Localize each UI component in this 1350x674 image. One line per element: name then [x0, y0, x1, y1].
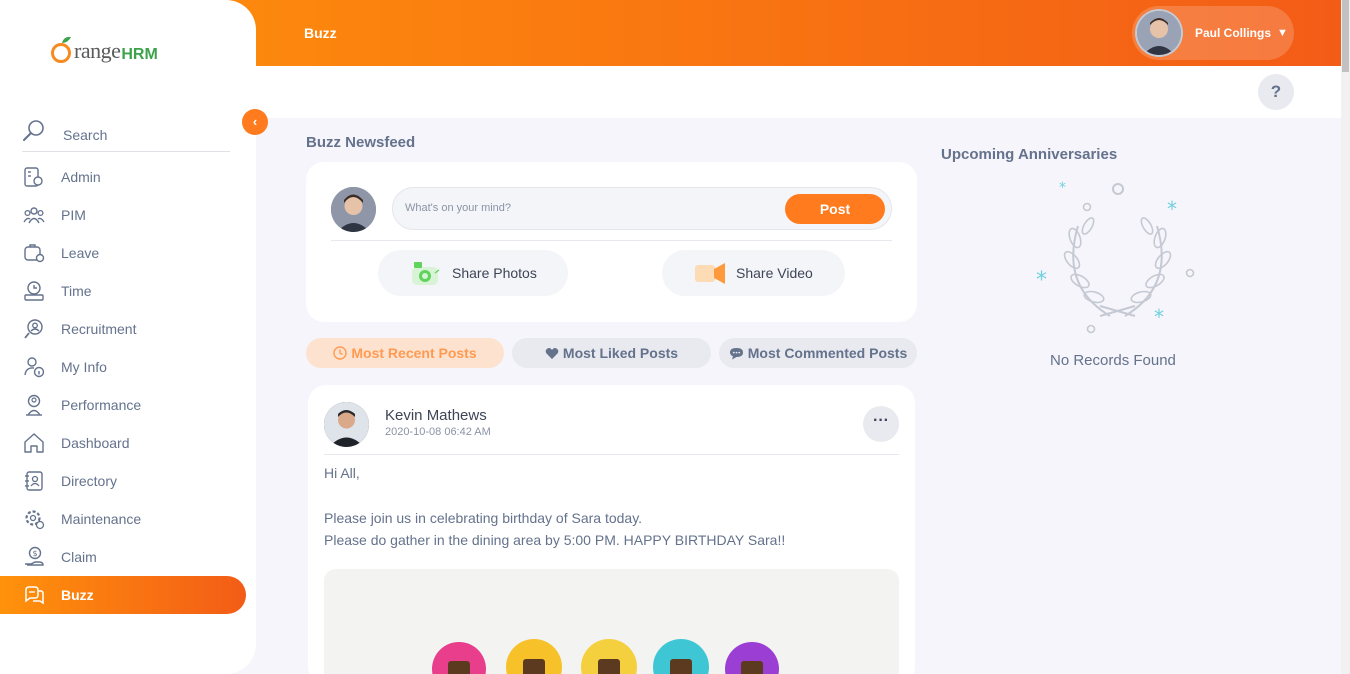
leave-icon — [22, 241, 46, 265]
svg-text:*: * — [1059, 180, 1066, 196]
post-input-placeholder: What's on your mind? — [405, 202, 512, 214]
sidebar-item-time[interactable]: Time — [0, 272, 256, 310]
user-menu[interactable]: Paul Collings ▼ — [1132, 6, 1294, 60]
share-video-label: Share Video — [736, 265, 813, 281]
tab-most-liked-posts[interactable]: Most Liked Posts — [512, 338, 711, 368]
post-options-button[interactable]: ··· — [863, 406, 899, 442]
post-timestamp: 2020-10-08 06:42 AM — [385, 426, 491, 438]
recruitment-icon — [22, 317, 46, 341]
directory-icon — [22, 469, 46, 493]
sidebar-search[interactable]: Search — [22, 110, 230, 152]
help-button[interactable]: ? — [1258, 74, 1294, 110]
pim-icon — [22, 203, 46, 227]
sidebar-item-label: Leave — [61, 245, 100, 261]
sidebar-item-label: Admin — [61, 169, 101, 185]
share-video-button[interactable]: Share Video — [662, 250, 845, 296]
sidebar-item-label: Performance — [61, 397, 142, 413]
search-label: Search — [63, 126, 108, 143]
anniversaries-title: Upcoming Anniversaries — [941, 146, 1118, 163]
svg-text:*: * — [1167, 197, 1177, 221]
sidebar-item-label: My Info — [61, 359, 107, 375]
tab-label: Most Commented Posts — [747, 345, 908, 361]
divider — [331, 240, 892, 241]
heart-icon — [545, 347, 559, 359]
sub-header: ? — [256, 66, 1341, 118]
sidebar-item-my-info[interactable]: My Info — [0, 348, 256, 386]
user-name: Paul Collings — [1195, 26, 1272, 40]
post-composer: What's on your mind? Post Share Photos S… — [306, 162, 917, 322]
claim-icon: $ — [22, 545, 46, 569]
post-card: Kevin Mathews 2020-10-08 06:42 AM ··· Hi… — [308, 385, 915, 674]
logo-hrm-text: HRM — [121, 46, 158, 63]
sidebar-item-maintenance[interactable]: Maintenance — [0, 500, 256, 538]
orange-logo-icon — [51, 36, 71, 63]
post-body-line: Hi All, — [324, 465, 360, 481]
sidebar-item-label: Recruitment — [61, 321, 137, 337]
sidebar-item-directory[interactable]: Directory — [0, 462, 256, 500]
svg-text:$: $ — [33, 549, 38, 558]
sidebar-item-admin[interactable]: Admin — [0, 158, 256, 196]
svg-text:*: * — [1154, 305, 1164, 329]
orangehrm-logo[interactable]: range HRM — [50, 30, 158, 64]
avatar — [331, 187, 376, 232]
post-body-line: Please join us in celebrating birthday o… — [324, 510, 643, 526]
scrollbar-thumb[interactable] — [1342, 0, 1349, 72]
scrollbar[interactable] — [1341, 0, 1350, 674]
video-camera-icon — [695, 263, 725, 284]
author-avatar[interactable] — [324, 402, 369, 447]
sidebar-item-label: Directory — [61, 473, 118, 489]
dashboard-icon — [22, 431, 46, 455]
caret-down-icon: ▼ — [1277, 27, 1288, 39]
sidebar-item-dashboard[interactable]: Dashboard — [0, 424, 256, 462]
time-icon — [22, 279, 46, 303]
tab-label: Most Recent Posts — [351, 345, 477, 361]
post-image[interactable] — [324, 569, 899, 674]
post-body-line: Please do gather in the dining area by 5… — [324, 532, 786, 548]
newsfeed-title: Buzz Newsfeed — [306, 134, 416, 151]
user-avatar — [1135, 9, 1183, 57]
clock-icon — [333, 346, 348, 360]
page-title: Buzz — [304, 25, 337, 41]
tab-most-commented-posts[interactable]: Most Commented Posts — [719, 338, 917, 368]
collapse-sidebar-button[interactable]: ‹ — [242, 109, 268, 135]
laurel-wreath-illustration: * * * * — [1030, 176, 1205, 341]
sidebar-nav: Admin PIM Leave Time Recruitment My Info… — [0, 158, 256, 614]
sidebar-item-buzz[interactable]: Buzz — [0, 576, 246, 614]
logo-text: range — [74, 38, 121, 63]
share-photos-button[interactable]: Share Photos — [378, 250, 568, 296]
post-button[interactable]: Post — [785, 194, 885, 224]
my-info-icon — [22, 355, 46, 379]
sidebar-item-leave[interactable]: Leave — [0, 234, 256, 272]
sidebar-item-recruitment[interactable]: Recruitment — [0, 310, 256, 348]
sidebar-item-label: Maintenance — [61, 511, 142, 527]
sidebar-item-pim[interactable]: PIM — [0, 196, 256, 234]
maintenance-icon — [22, 507, 46, 531]
post-text-input[interactable]: What's on your mind? Post — [392, 187, 892, 230]
sidebar-item-label: Buzz — [61, 587, 94, 603]
divider — [324, 454, 899, 455]
sidebar-item-label: Time — [61, 283, 92, 299]
sidebar-item-label: PIM — [61, 207, 86, 223]
post-author[interactable]: Kevin Mathews — [385, 407, 487, 424]
sidebar-item-label: Claim — [61, 549, 97, 565]
search-icon — [23, 119, 44, 141]
birthday-cupcakes-image — [324, 569, 899, 674]
sidebar-item-label: Dashboard — [61, 435, 130, 451]
camera-icon — [412, 262, 440, 285]
sidebar-item-performance[interactable]: Performance — [0, 386, 256, 424]
admin-icon — [22, 165, 46, 189]
comment-icon — [729, 347, 743, 359]
tab-label: Most Liked Posts — [562, 345, 679, 361]
sidebar-item-claim[interactable]: $ Claim — [0, 538, 256, 576]
buzz-icon — [22, 583, 46, 607]
sidebar: range HRM Search Admin PIM Leave Time Re… — [0, 0, 256, 674]
no-records-text: No Records Found — [1050, 352, 1176, 369]
share-photos-label: Share Photos — [452, 265, 537, 281]
performance-icon — [22, 393, 46, 417]
tab-most-recent-posts[interactable]: Most Recent Posts — [306, 338, 504, 368]
svg-text:*: * — [1036, 268, 1047, 293]
